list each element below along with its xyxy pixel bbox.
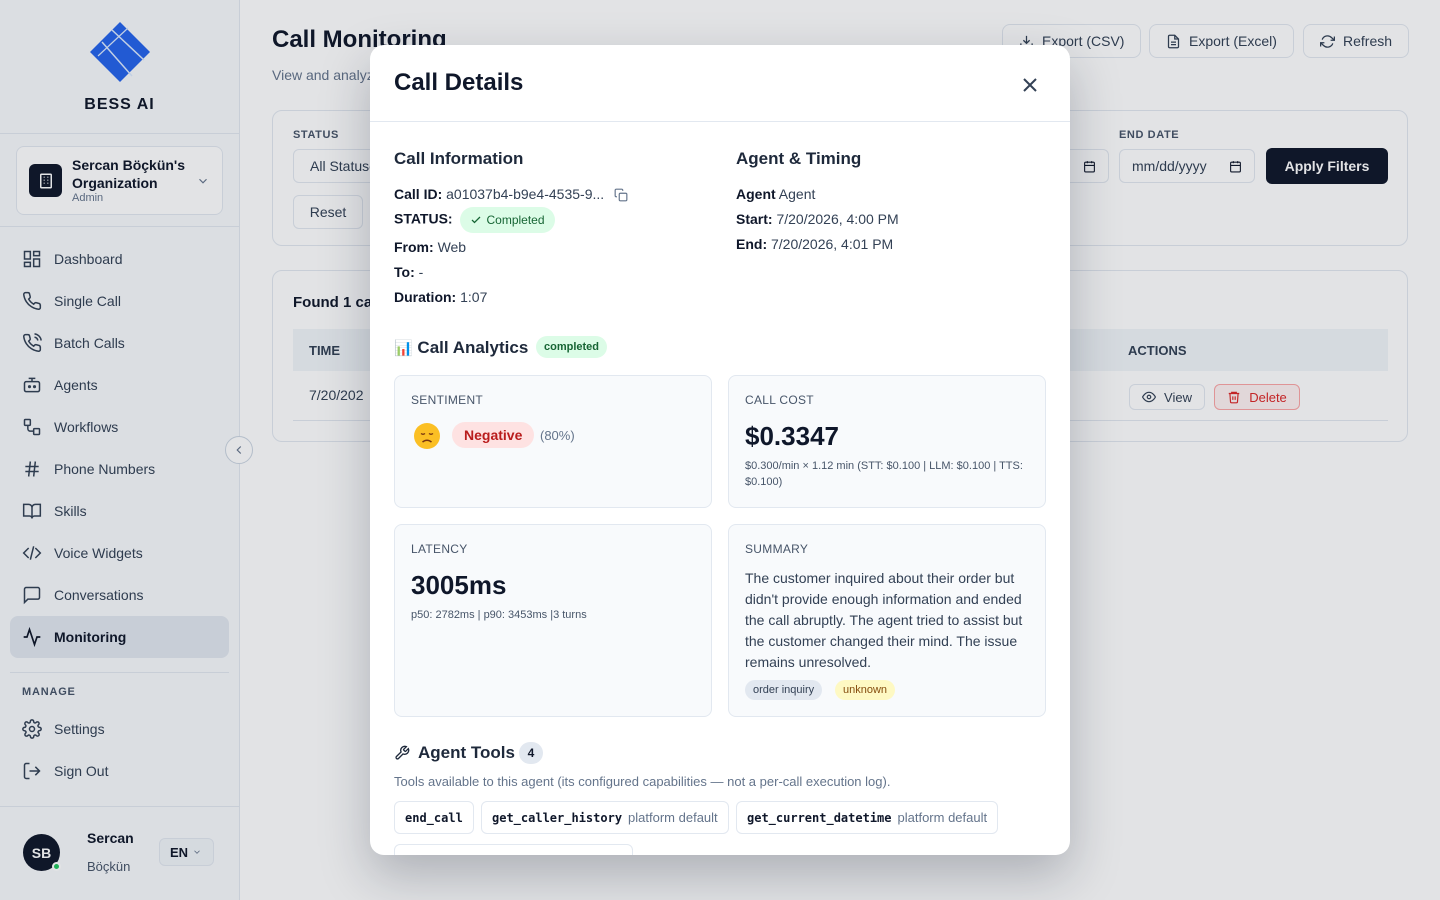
tool-name: get_caller_history [492, 810, 623, 825]
call-analytics-label: Call Analytics [417, 338, 529, 357]
duration-value: 1:07 [460, 289, 488, 305]
from-label: From: [394, 239, 434, 255]
analytics-status-badge: completed [536, 336, 608, 358]
status-line: STATUS: Completed [394, 207, 555, 233]
call-analytics-heading: 📊 Call Analytics [394, 338, 528, 358]
tools-description: Tools available to this agent (its confi… [394, 774, 891, 789]
call-cost-value: $0.3347 [745, 421, 839, 451]
agent-timing-heading: Agent & Timing [736, 149, 862, 168]
from-line: From: Web [394, 239, 466, 255]
latency-card: LATENCY 3005ms p50: 2782ms | p90: 3453ms… [394, 524, 712, 717]
call-information-heading: Call Information [394, 149, 524, 168]
status-badge: Completed [460, 207, 555, 233]
from-value: Web [437, 239, 467, 255]
call-cost-label: CALL COST [745, 393, 814, 407]
latency-detail: p50: 2782ms | p90: 3453ms |3 turns [411, 609, 587, 621]
sentiment-card: SENTIMENT Negative (80%) [394, 375, 712, 508]
to-label: To: [394, 264, 415, 280]
sentiment-confidence: (80%) [540, 428, 575, 443]
end-value: 7/20/2026, 4:01 PM [771, 236, 894, 252]
duration-label: Duration: [394, 289, 457, 305]
call-cost-detail: $0.300/min × 1.12 min (STT: $0.100 | LLM… [745, 460, 1023, 488]
agent-label: Agent [736, 186, 776, 202]
tool-name: get_current_datetime [747, 810, 892, 825]
latency-label: LATENCY [411, 542, 468, 556]
tool-chip-partial [394, 844, 633, 855]
tools-count-badge: 4 [519, 742, 543, 764]
end-label: End: [736, 236, 768, 252]
close-icon[interactable] [1018, 73, 1042, 97]
summary-label: SUMMARY [745, 542, 809, 556]
copy-icon[interactable] [614, 188, 628, 202]
call-id-label: Call ID: [394, 186, 443, 202]
to-value: - [418, 264, 424, 280]
agent-tools-label: Agent Tools [418, 743, 515, 762]
wrench-icon [395, 745, 410, 760]
agent-line: Agent Agent [736, 186, 815, 202]
summary-tag: order inquiry [745, 680, 823, 700]
call-id-line: Call ID: a01037b4-b9e4-4535-9... [394, 186, 628, 202]
start-line: Start: 7/20/2026, 4:00 PM [736, 211, 899, 227]
call-details-modal: Call Details Call Information Call ID: a… [370, 45, 1070, 855]
start-value: 7/20/2026, 4:00 PM [776, 211, 899, 227]
to-line: To: - [394, 264, 423, 280]
tool-note: platform default [628, 810, 718, 825]
bar-chart-icon: 📊 [394, 340, 413, 357]
disappointed-face-icon [414, 423, 440, 449]
status-label: STATUS: [394, 210, 453, 227]
call-id-value: a01037b4-b9e4-4535-9... [446, 186, 605, 202]
call-cost-card: CALL COST $0.3347 $0.300/min × 1.12 min … [728, 375, 1046, 508]
status-badge-text: Completed [486, 213, 545, 227]
tool-chip-get-caller-history: get_caller_history platform default [481, 801, 729, 834]
tool-note: platform default [897, 810, 988, 825]
tool-name: end_call [405, 810, 463, 825]
latency-value: 3005ms [411, 570, 507, 600]
summary-tag: unknown [835, 680, 896, 700]
tool-chip-end-call: end_call [394, 801, 474, 834]
sentiment-value-badge: Negative [452, 422, 535, 448]
summary-text: The customer inquired about their order … [745, 570, 1023, 670]
agent-tools-heading: Agent Tools [394, 743, 515, 763]
end-line: End: 7/20/2026, 4:01 PM [736, 236, 893, 252]
agent-value: Agent [778, 186, 816, 202]
start-label: Start: [736, 211, 773, 227]
check-icon [472, 216, 481, 224]
modal-title: Call Details [394, 69, 524, 96]
summary-card: SUMMARY The customer inquired about thei… [728, 524, 1046, 717]
sentiment-label: SENTIMENT [411, 393, 484, 407]
duration-line: Duration: 1:07 [394, 289, 487, 305]
tool-chip-get-current-datetime: get_current_datetime platform default [736, 801, 999, 834]
modal-header: Call Details [370, 45, 1070, 122]
